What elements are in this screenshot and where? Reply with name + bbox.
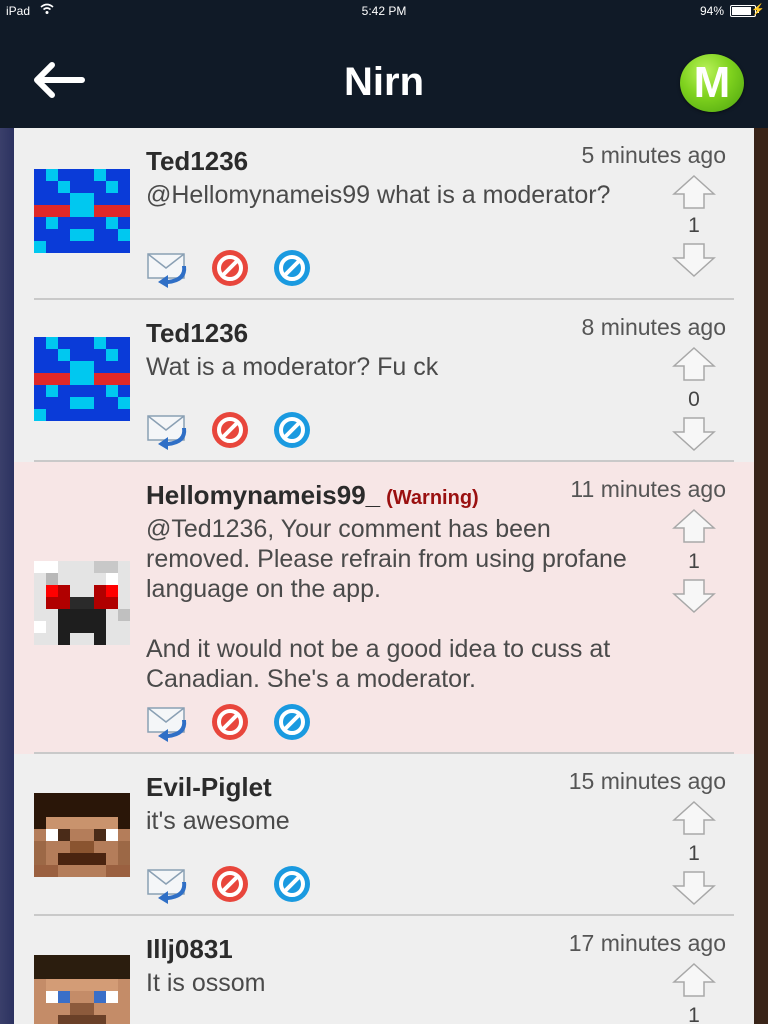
comment-text: It is ossom [146,969,266,997]
reply-mail-icon[interactable] [146,702,190,742]
battery-fill [732,7,751,15]
vote-score: 0 [688,388,700,411]
comment-time: 8 minutes ago [581,314,726,340]
brown-skin-avatar [34,793,130,877]
comment-username[interactable]: Illj0831 [146,934,233,965]
comment-username[interactable]: Ted1236 [146,318,248,349]
comment-item: Illj0831 17 minutes ago It is ossom 1 [14,916,754,1024]
block-icon[interactable] [270,702,314,742]
comment-text: @Hellomynameis99 what is a moderator? [146,181,611,209]
clock: 5:42 PM [361,4,407,18]
downvote-arrow-icon[interactable] [672,578,716,614]
downvote-arrow-icon[interactable] [672,416,716,452]
vote-score: 1 [688,214,700,237]
comment-item: Evil-Piglet 15 minutes ago it's awesome [14,754,754,916]
steve-avatar [34,955,130,1024]
comment-text: it's awesome [146,807,290,835]
status-bar: iPad 5:42 PM 94% ⚡ [0,0,768,22]
report-icon[interactable] [208,702,252,742]
vote-control: 1 [670,962,718,1024]
comment-feed[interactable]: Ted1236 5 minutes ago @Hellomynameis99 w… [14,128,754,1024]
warning-badge: (Warning) [386,487,479,509]
vote-control: 0 [670,346,718,452]
comment-item-warning: Hellomynameis99_ (Warning) 11 minutes ago… [14,462,754,754]
comment-time: 11 minutes ago [570,476,726,502]
reply-mail-icon[interactable] [146,248,190,288]
block-icon[interactable] [270,864,314,904]
blue-creeper-avatar [34,337,130,421]
report-icon[interactable] [208,248,252,288]
menu-button[interactable]: M [680,54,744,112]
nav-bar: Nirn M [0,22,768,128]
comment-time: 17 minutes ago [568,930,726,956]
comment-time: 5 minutes ago [581,142,726,168]
report-icon[interactable] [208,864,252,904]
report-icon[interactable] [208,410,252,450]
page-title: Nirn [344,60,424,104]
battery-percent: 94% [699,4,724,18]
blue-creeper-avatar [34,169,130,253]
upvote-arrow-icon[interactable] [672,962,716,998]
vote-control: 1 [670,800,718,906]
reply-mail-icon[interactable] [146,410,190,450]
comment-text: Wat is a moderator? Fu ck [146,353,439,381]
charging-icon: ⚡ [751,4,765,16]
vote-score: 1 [688,550,700,573]
comment-item: Ted1236 5 minutes ago @Hellomynameis99 w… [14,128,754,300]
comment-username[interactable]: Hellomynameis99_ (Warning) [146,480,479,511]
vote-control: 1 [670,508,718,614]
block-icon[interactable] [270,410,314,450]
block-icon[interactable] [270,248,314,288]
username-text: Hellomynameis99_ [146,480,381,510]
downvote-arrow-icon[interactable] [672,870,716,906]
vote-control: 1 [670,174,718,280]
reply-mail-icon[interactable] [146,864,190,904]
vote-score: 1 [688,1004,700,1024]
white-creeper-avatar [34,561,130,645]
comment-username[interactable]: Ted1236 [146,146,248,177]
upvote-arrow-icon[interactable] [672,508,716,544]
comment-item: Ted1236 8 minutes ago Wat is a moderator… [14,300,754,462]
vote-score: 1 [688,842,700,865]
upvote-arrow-icon[interactable] [672,174,716,210]
upvote-arrow-icon[interactable] [672,800,716,836]
comment-time: 15 minutes ago [568,768,726,794]
comment-text: @Ted1236, Your comment has been removed.… [146,515,627,693]
upvote-arrow-icon[interactable] [672,346,716,382]
comment-username[interactable]: Evil-Piglet [146,772,272,803]
downvote-arrow-icon[interactable] [672,242,716,278]
